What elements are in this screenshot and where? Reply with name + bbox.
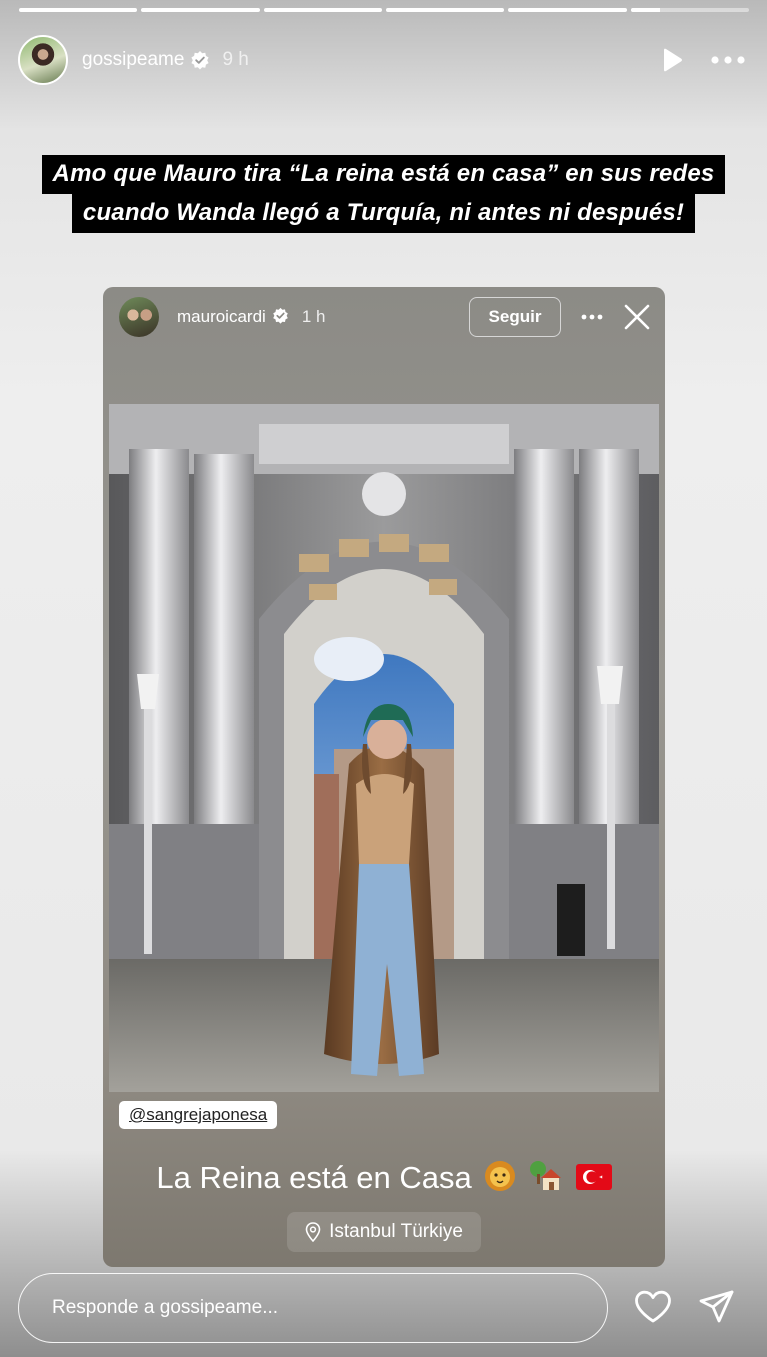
follow-button[interactable]: Seguir bbox=[469, 297, 561, 337]
progress-segment bbox=[508, 8, 627, 12]
progress-segment bbox=[630, 8, 749, 12]
avatar[interactable] bbox=[18, 35, 68, 85]
verified-badge-icon bbox=[190, 50, 210, 70]
progress-segment bbox=[385, 8, 505, 12]
verified-badge-icon bbox=[272, 307, 292, 327]
reply-placeholder: Responde a gossipeame... bbox=[52, 1297, 279, 1318]
shared-story-header: mauroicardi 1 h Seguir bbox=[119, 295, 651, 339]
more-options-icon[interactable] bbox=[711, 56, 745, 64]
location-pin-icon bbox=[305, 1222, 321, 1242]
reply-input[interactable]: Responde a gossipeame... bbox=[18, 1273, 608, 1343]
turkey-flag-icon bbox=[575, 1162, 612, 1198]
more-options-icon[interactable] bbox=[581, 314, 603, 320]
location-label: Istanbul Türkiye bbox=[329, 1221, 463, 1242]
story-text-label: La Reina está en Casa bbox=[156, 1160, 472, 1196]
heart-icon[interactable] bbox=[634, 1290, 672, 1324]
story-progress-bar bbox=[19, 8, 749, 12]
house-with-tree-icon bbox=[529, 1160, 563, 1200]
shared-story-avatar[interactable] bbox=[119, 297, 159, 337]
caption-line: Amo que Mauro tira “La reina está en cas… bbox=[41, 155, 726, 194]
mention-sticker[interactable]: @sangrejaponesa bbox=[119, 1101, 278, 1129]
story-photo bbox=[109, 404, 659, 1092]
progress-segment bbox=[141, 8, 260, 12]
story-text: La Reina está en Casa bbox=[103, 1160, 665, 1200]
send-icon[interactable] bbox=[699, 1290, 735, 1324]
mention-text: @sangrejaponesa bbox=[129, 1105, 268, 1124]
story-caption: Amo que Mauro tira “La reina está en cas… bbox=[0, 155, 767, 233]
progress-segment bbox=[19, 8, 138, 12]
location-sticker[interactable]: Istanbul Türkiye bbox=[287, 1212, 481, 1252]
story-header: gossipeame 9 h bbox=[18, 34, 745, 86]
story-username[interactable]: gossipeame bbox=[82, 49, 184, 71]
shared-story-username[interactable]: mauroicardi bbox=[177, 307, 266, 327]
lion-icon bbox=[484, 1160, 516, 1200]
story-timestamp: 9 h bbox=[222, 49, 249, 70]
shared-story-card[interactable]: mauroicardi 1 h Seguir @sangrejaponesa L… bbox=[103, 287, 665, 1267]
caption-line: cuando Wanda llegó a Turquía, ni antes n… bbox=[71, 194, 696, 233]
play-icon[interactable] bbox=[661, 48, 683, 72]
close-icon[interactable] bbox=[623, 303, 651, 331]
shared-story-timestamp: 1 h bbox=[301, 307, 326, 326]
progress-segment bbox=[263, 8, 382, 12]
